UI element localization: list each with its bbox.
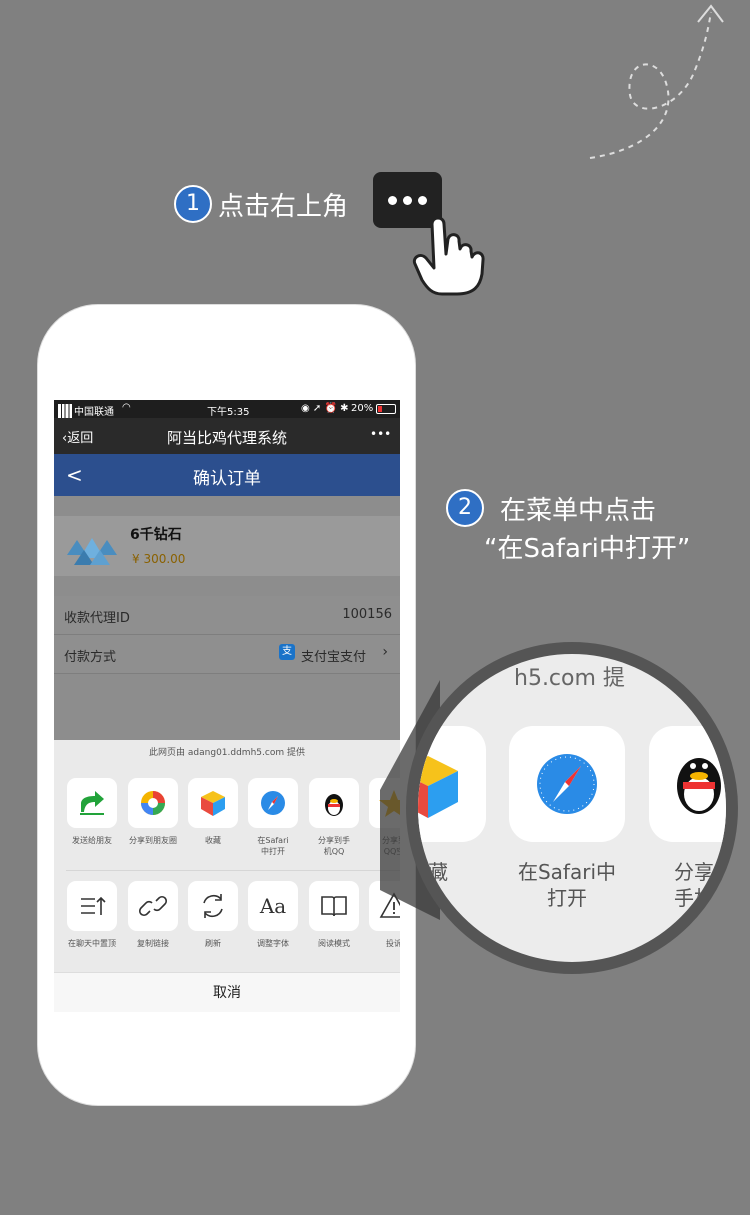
more-menu-button[interactable]: ••• — [370, 427, 391, 441]
payment-method-value: 支付宝支付 — [301, 650, 367, 665]
open-in-safari-label: 在Safari中打开 — [257, 836, 289, 856]
sheet-provider-text: 此网页由 adang01.ddmh5.com 提供 — [149, 748, 305, 758]
share-qq-label: 分享到手机QQ — [318, 836, 350, 856]
magnifier-qq-label-line1: 分享 — [674, 860, 714, 884]
status-time: 下午5:35 — [207, 407, 250, 418]
payment-method-row[interactable]: 付款方式 支 支付宝支付 › — [54, 635, 400, 674]
nav-title: 阿当比鸡代理系统 — [166, 429, 287, 447]
magnifier-url-fragment: h5.com 提 — [514, 666, 625, 691]
favorite-label: 收藏 — [205, 836, 221, 845]
moments-icon — [141, 791, 165, 815]
product-name: 6千钻石 — [130, 527, 182, 543]
font-size-label: 调整字体 — [257, 939, 289, 948]
send-to-friend-button[interactable] — [67, 778, 117, 828]
favorite-cube-icon — [201, 791, 225, 816]
battery-icon — [376, 404, 396, 414]
share-arrow-icon — [80, 791, 104, 815]
font-icon: Aa — [259, 894, 287, 918]
qq-icon — [325, 794, 343, 816]
page-title: 确认订单 — [193, 469, 261, 489]
status-icons: ◉ ➚ ⏰ ✱ — [301, 403, 349, 414]
magnifier-safari-tile — [509, 726, 625, 842]
open-in-safari-button[interactable] — [248, 778, 298, 828]
safari-icon — [261, 791, 285, 815]
favorite-button[interactable] — [188, 778, 238, 828]
link-icon — [138, 895, 168, 917]
safari-icon — [537, 754, 597, 814]
magnifier-qq-tile — [649, 726, 726, 842]
sheet-divider — [66, 870, 400, 871]
refresh-icon — [203, 894, 223, 918]
share-sheet: 此网页由 adang01.ddmh5.com 提供 发送给朋友 分享到朋友圈 收… — [54, 740, 400, 1012]
diamond-pile-icon — [67, 538, 117, 565]
pin-top-label: 在聊天中置顶 — [68, 939, 116, 948]
magnifier-favorite-tile — [418, 726, 486, 842]
reader-mode-button[interactable] — [309, 881, 359, 931]
page-header: < 确认订单 — [54, 454, 400, 496]
carrier-label: 中国联通 — [74, 407, 114, 418]
reader-icon — [321, 896, 347, 917]
magnifier-favorite-label: 藏 — [428, 860, 448, 884]
paper-plane-doodle-icon — [589, 4, 724, 159]
magnifier-qq-label-line2: 手机 — [674, 886, 714, 910]
reader-mode-label: 阅读模式 — [318, 939, 350, 948]
agent-id-row: 收款代理ID 100156 — [54, 596, 400, 635]
alipay-icon: 支 — [279, 644, 295, 660]
favorite-cube-icon — [418, 756, 458, 818]
share-moments-label: 分享到朋友圈 — [129, 836, 177, 845]
wechat-nav-bar: ‹返回 阿当比鸡代理系统 ••• — [54, 418, 400, 454]
agent-id-label: 收款代理ID — [64, 611, 130, 626]
share-qq-button[interactable] — [309, 778, 359, 828]
pin-top-icon — [81, 896, 106, 915]
magnifier-safari-label-line2: 打开 — [547, 886, 587, 910]
cancel-button[interactable]: 取消 — [54, 972, 400, 1012]
copy-link-button[interactable] — [128, 881, 178, 931]
font-size-button[interactable]: Aa — [248, 881, 298, 931]
step-2-text-line2: “在Safari中打开” — [484, 534, 691, 564]
copy-link-label: 复制链接 — [137, 939, 169, 948]
send-to-friend-label: 发送给朋友 — [72, 836, 112, 845]
battery-percent: 20% — [351, 403, 374, 414]
agent-id-value: 100156 — [342, 607, 392, 622]
step-1-text: 点击右上角 — [218, 192, 349, 222]
magnifier-safari-label-line1: 在Safari中 — [517, 860, 617, 884]
pointing-hand-icon — [412, 216, 485, 296]
payment-method-label: 付款方式 — [64, 650, 117, 665]
wifi-icon: ◠ — [122, 402, 131, 413]
phone-screen: 中国联通 ◠ 下午5:35 ◉ ➚ ⏰ ✱ 20% ‹返回 阿当比鸡代理系统 •… — [54, 400, 400, 1012]
refresh-label: 刷新 — [205, 939, 221, 948]
step-2-badge: 2 — [446, 489, 484, 527]
magnifier-zoom: h5.com 提 藏 在Safari中 打开 分享 手机 — [406, 642, 738, 974]
step-1-badge: 1 — [174, 185, 212, 223]
chevron-right-icon: › — [382, 644, 388, 660]
step-2-text-line1: 在菜单中点击 — [500, 496, 657, 526]
refresh-button[interactable] — [188, 881, 238, 931]
status-bar: 中国联通 ◠ 下午5:35 ◉ ➚ ⏰ ✱ 20% — [54, 400, 400, 421]
qq-icon — [677, 758, 721, 814]
share-moments-button[interactable] — [128, 778, 178, 828]
product-price: ¥ 300.00 — [132, 552, 186, 566]
pin-top-button[interactable] — [67, 881, 117, 931]
product-card: 6千钻石 ¥ 300.00 — [54, 516, 400, 576]
